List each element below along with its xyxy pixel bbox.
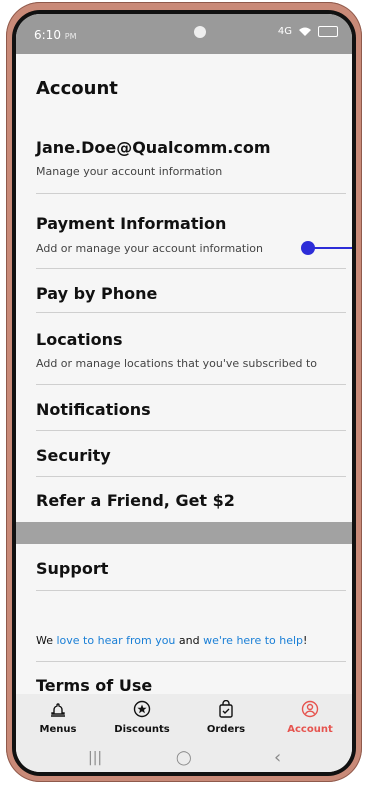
annotation-marker-dot bbox=[301, 241, 315, 255]
screen: 6:10 PM 4G Account Jane.Doe@Qualcomm.com… bbox=[16, 14, 352, 772]
divider bbox=[36, 661, 346, 662]
bag-check-icon bbox=[219, 700, 233, 718]
page-title: Account bbox=[36, 78, 118, 99]
user-circle-icon bbox=[301, 700, 319, 718]
nav-discounts[interactable]: Discounts bbox=[100, 694, 184, 746]
here-to-help-link[interactable]: we're here to help bbox=[203, 634, 303, 647]
front-camera bbox=[194, 26, 206, 38]
locations-title: Locations bbox=[36, 330, 123, 349]
wifi-icon bbox=[299, 27, 311, 36]
payment-info-title: Payment Information bbox=[36, 214, 227, 233]
love-to-hear-link[interactable]: love to hear from you bbox=[57, 634, 176, 647]
account-email-subtitle: Manage your account information bbox=[36, 165, 223, 178]
help-suffix: ! bbox=[303, 634, 308, 647]
recent-apps-button[interactable]: ||| bbox=[88, 750, 102, 766]
status-time: 6:10 PM bbox=[34, 28, 77, 42]
account-email-title: Jane.Doe@Qualcomm.com bbox=[36, 138, 271, 157]
status-ampm: PM bbox=[64, 32, 77, 41]
refer-friend-item[interactable]: Refer a Friend, Get $2 bbox=[36, 491, 346, 510]
payment-info-subtitle: Add or manage your account information bbox=[36, 242, 263, 255]
section-separator bbox=[16, 522, 352, 544]
home-button[interactable]: ◯ bbox=[176, 750, 192, 766]
divider bbox=[36, 193, 346, 194]
notifications-item[interactable]: Notifications bbox=[36, 400, 346, 419]
help-mid: and bbox=[175, 634, 204, 647]
locations-item[interactable]: Locations Add or manage locations that y… bbox=[36, 330, 346, 370]
star-circle-icon bbox=[133, 700, 151, 718]
account-content: Account Jane.Doe@Qualcomm.com Manage you… bbox=[16, 54, 352, 695]
account-email-item[interactable]: Jane.Doe@Qualcomm.com Manage your accoun… bbox=[36, 138, 346, 178]
bottom-nav: Menus Discounts Orders Account bbox=[16, 694, 352, 746]
annotation-marker-line bbox=[314, 247, 352, 249]
status-icons: 4G bbox=[278, 26, 338, 37]
nav-account-label: Account bbox=[287, 724, 333, 735]
bell-icon bbox=[51, 703, 65, 717]
system-nav-bar: ||| ◯ ‹ bbox=[16, 746, 352, 772]
help-text: We love to hear from you and we're here … bbox=[36, 634, 346, 647]
pay-by-phone-item[interactable]: Pay by Phone bbox=[36, 284, 346, 303]
network-icon: 4G bbox=[277, 26, 292, 37]
support-item[interactable]: Support bbox=[36, 559, 346, 578]
nav-menus-label: Menus bbox=[39, 724, 77, 735]
divider bbox=[36, 476, 346, 477]
nav-orders[interactable]: Orders bbox=[184, 694, 268, 746]
locations-subtitle: Add or manage locations that you've subs… bbox=[36, 357, 317, 370]
divider bbox=[36, 384, 346, 385]
help-prefix: We bbox=[36, 634, 57, 647]
divider bbox=[36, 430, 346, 431]
status-bar: 6:10 PM 4G bbox=[16, 14, 352, 54]
divider bbox=[36, 268, 346, 269]
security-item[interactable]: Security bbox=[36, 446, 346, 465]
back-button[interactable]: ‹ bbox=[274, 747, 281, 768]
terms-of-use-item[interactable]: Terms of Use bbox=[36, 676, 346, 695]
nav-orders-label: Orders bbox=[206, 724, 246, 735]
payment-info-item[interactable]: Payment Information Add or manage your a… bbox=[36, 214, 346, 255]
status-time-value: 6:10 bbox=[34, 28, 61, 42]
divider bbox=[36, 590, 346, 591]
battery-icon bbox=[318, 26, 338, 37]
nav-menus[interactable]: Menus bbox=[16, 694, 100, 746]
divider bbox=[36, 312, 346, 313]
nav-discounts-label: Discounts bbox=[114, 724, 170, 735]
nav-account[interactable]: Account bbox=[268, 694, 352, 746]
